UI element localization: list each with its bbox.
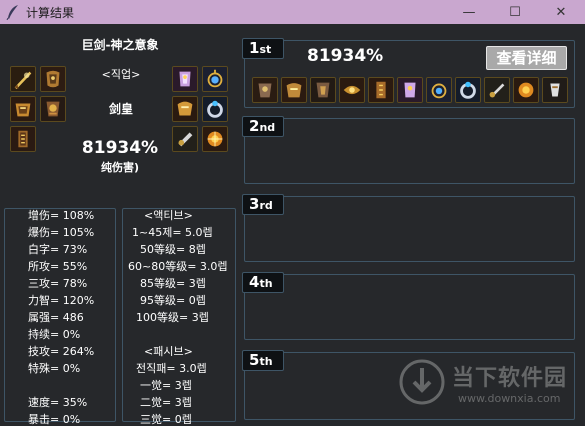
window-title: 计算结果: [26, 6, 75, 20]
feather-icon: [6, 5, 18, 20]
stat-special: 特殊= 0%: [28, 362, 81, 375]
armor-icon[interactable]: [40, 66, 66, 92]
skill-100: 100等级= 3렙: [136, 311, 209, 324]
armor-icon[interactable]: [172, 66, 198, 92]
stat-str-int: 力智= 120%: [28, 294, 95, 307]
job-label: <직업>: [101, 68, 141, 81]
armor-icon[interactable]: [10, 96, 36, 122]
skill-active-header: <액티브>: [144, 209, 193, 222]
skill-1-45: 1~45제= 5.0렙: [132, 226, 213, 239]
skill-class-passive: 전직패= 3.0렙: [136, 362, 207, 375]
amulet-icon[interactable]: [426, 77, 452, 103]
armor-icon[interactable]: [40, 96, 66, 122]
armor-icon[interactable]: [368, 77, 394, 103]
armor-icon[interactable]: [310, 77, 336, 103]
rank-4-panel: [244, 274, 575, 340]
damage-subtitle: 纯伤害): [100, 161, 140, 174]
watermark-url: www.downxia.com: [458, 392, 561, 405]
skill-50: 50等级= 8렙: [140, 243, 206, 256]
downxia-logo-icon: [399, 359, 445, 405]
build-title: 巨剑-神之意象: [81, 38, 159, 52]
armor-icon[interactable]: [281, 77, 307, 103]
bracelet-icon[interactable]: [172, 126, 198, 152]
armor-icon[interactable]: [339, 77, 365, 103]
minimize-button[interactable]: —: [446, 0, 492, 24]
stat-crit-damage: 爆伤= 105%: [28, 226, 95, 239]
armor-icon[interactable]: [10, 126, 36, 152]
skill-95: 95等级= 0렙: [140, 294, 206, 307]
stat-crit: 暴击= 0%: [28, 413, 81, 426]
skill-85: 85等级= 3렙: [140, 277, 206, 290]
rank-2-label: 2nd: [242, 116, 284, 137]
skill-awaken-1: 一觉= 3렙: [140, 379, 192, 392]
watermark-brand: 当下软件园: [452, 366, 568, 391]
stat-skill-attack: 技攻= 264%: [28, 345, 95, 358]
armor-icon[interactable]: [252, 77, 278, 103]
stat-speed: 速度= 35%: [28, 396, 88, 409]
rank-3-label: 3rd: [242, 194, 284, 215]
first-result-percent: 81934%: [307, 46, 384, 66]
stat-continuous: 持续= 0%: [28, 328, 81, 341]
skill-passive-header: <패시브>: [144, 345, 193, 358]
armor-icon[interactable]: [172, 96, 198, 122]
rank-1-label: 1st: [242, 38, 284, 59]
stat-white-damage: 白字= 73%: [28, 243, 88, 256]
stat-element: 属强= 486: [28, 311, 84, 324]
maximize-button[interactable]: ☐: [492, 0, 538, 24]
skill-awaken-2: 二觉= 3렙: [140, 396, 192, 409]
armor-icon[interactable]: [397, 77, 423, 103]
title-bar: 计算结果 — ☐ ✕: [0, 0, 585, 24]
skill-awaken-3: 三觉= 0렙: [140, 413, 192, 426]
sword-icon[interactable]: [10, 66, 36, 92]
rank-4-label: 4th: [242, 272, 284, 293]
ring-icon[interactable]: [202, 96, 228, 122]
stat-triple-attack: 三攻= 78%: [28, 277, 88, 290]
rank-2-panel: [244, 118, 575, 184]
damage-percent: 81934%: [81, 138, 159, 158]
ring-icon[interactable]: [455, 77, 481, 103]
view-details-button[interactable]: 查看详细: [486, 46, 567, 70]
stat-damage-increase: 增伤= 108%: [28, 209, 95, 222]
job-name: 剑皇: [108, 102, 133, 116]
gem-icon[interactable]: [202, 126, 228, 152]
rank-3-panel: [244, 196, 575, 262]
accessory-icon[interactable]: [542, 77, 568, 103]
close-button[interactable]: ✕: [538, 0, 584, 24]
amulet-icon[interactable]: [202, 66, 228, 92]
bracelet-icon[interactable]: [484, 77, 510, 103]
skill-60-80: 60~80等级= 3.0렙: [128, 260, 228, 273]
stat-all-attack: 所攻= 55%: [28, 260, 88, 273]
gem-icon[interactable]: [513, 77, 539, 103]
rank-5-label: 5th: [242, 350, 284, 371]
watermark: 当下软件园 www.downxia.com: [398, 352, 584, 422]
